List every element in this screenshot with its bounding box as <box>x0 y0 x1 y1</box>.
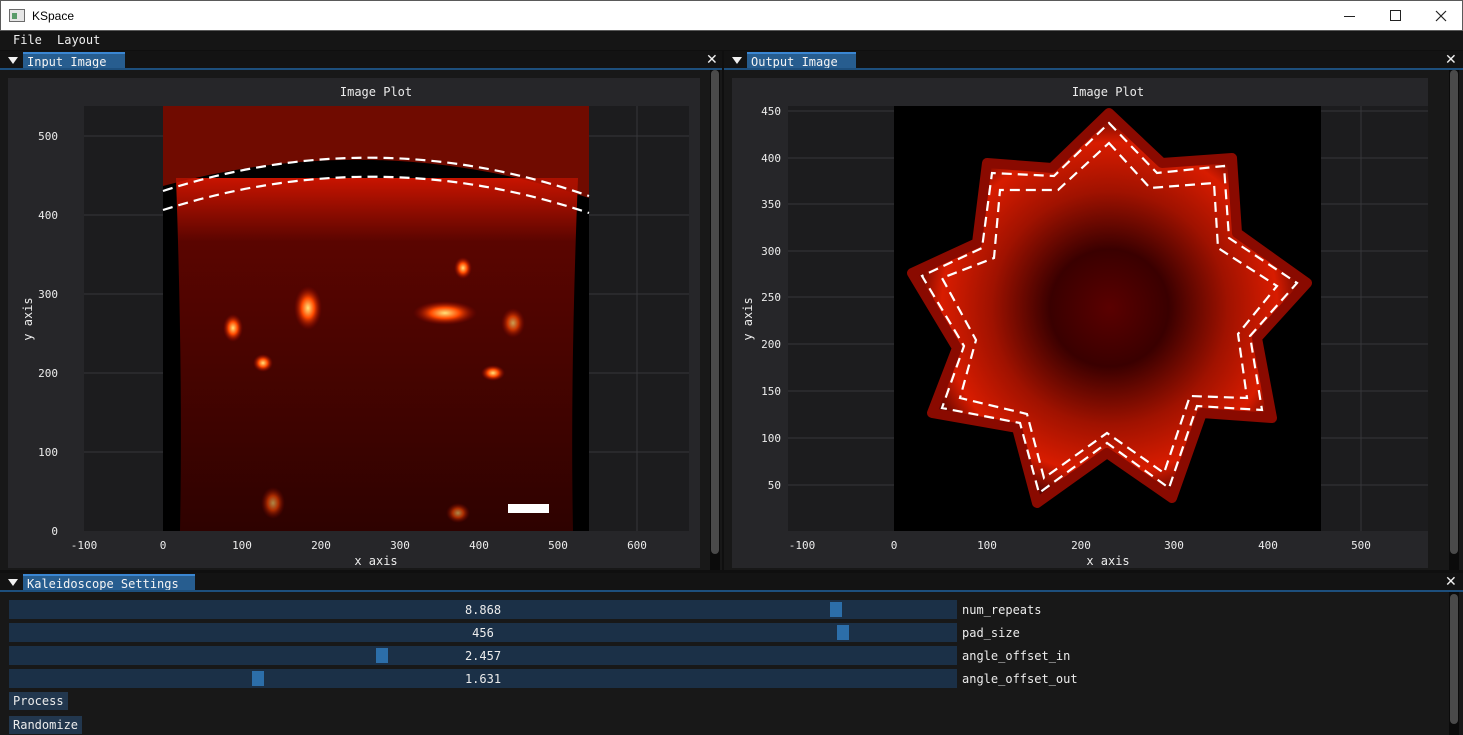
output-plot-svg[interactable]: Image Plot 50 100 150 200 250 300 350 40 <box>732 78 1428 568</box>
maximize-button[interactable] <box>1372 1 1418 32</box>
tab-kaleidoscope-settings[interactable]: Kaleidoscope Settings <box>23 574 195 591</box>
process-button[interactable]: Process <box>9 692 68 710</box>
x-tick: 0 <box>160 539 167 552</box>
input-plot-title: Image Plot <box>340 85 412 99</box>
pad-size-value: 456 <box>472 626 494 640</box>
tab-input-image[interactable]: Input Image <box>23 52 125 69</box>
angle-offset-out-slider[interactable]: 1.631 <box>9 669 957 688</box>
input-y-axis-label: y axis <box>21 297 35 340</box>
maximize-icon <box>1390 10 1401 21</box>
minimize-icon <box>1344 16 1355 17</box>
close-icon <box>1435 10 1447 22</box>
x-tick: 200 <box>311 539 331 552</box>
input-panel-scrollbar[interactable] <box>710 70 720 570</box>
input-x-axis-label: x axis <box>354 554 397 568</box>
input-plot[interactable]: Image Plot 0 100 200 300 400 500 -100 0 … <box>8 78 700 568</box>
y-tick: 150 <box>761 385 781 398</box>
y-tick: 50 <box>768 479 781 492</box>
y-tick: 500 <box>38 130 58 143</box>
x-tick: 400 <box>1258 539 1278 552</box>
collapse-menu-icon[interactable] <box>8 57 18 64</box>
x-tick: -100 <box>71 539 98 552</box>
x-tick: 500 <box>548 539 568 552</box>
menu-bar: File Layout <box>0 31 1463 50</box>
output-panel-scrollbar[interactable] <box>1449 70 1459 570</box>
y-tick: 450 <box>761 105 781 118</box>
x-tick: 400 <box>469 539 489 552</box>
y-tick: 300 <box>38 288 58 301</box>
input-panel-tabbar: Input Image ✕ <box>0 51 722 70</box>
input-x-ticks: -100 0 100 200 300 400 500 600 <box>71 539 647 552</box>
settings-panel: 8.868 num_repeats 456 pad_size 2.457 ang… <box>0 592 1463 735</box>
x-tick: -100 <box>789 539 816 552</box>
menu-file[interactable]: File <box>13 33 42 47</box>
pad-size-label: pad_size <box>962 626 1020 640</box>
y-tick: 300 <box>761 245 781 258</box>
window-titlebar: KSpace <box>0 0 1463 31</box>
tab-kaleidoscope-settings-label: Kaleidoscope Settings <box>27 577 179 591</box>
close-settings-panel-icon[interactable]: ✕ <box>1445 575 1457 589</box>
num-repeats-slider[interactable]: 8.868 <box>9 600 957 619</box>
x-tick: 200 <box>1071 539 1091 552</box>
angle-offset-in-value: 2.457 <box>464 649 502 663</box>
close-input-panel-icon[interactable]: ✕ <box>706 53 718 67</box>
x-tick: 300 <box>390 539 410 552</box>
output-x-axis-label: x axis <box>1086 554 1129 568</box>
output-panel-tabbar: Output Image ✕ <box>724 51 1463 70</box>
y-tick: 400 <box>761 152 781 165</box>
x-tick: 100 <box>977 539 997 552</box>
tab-input-image-label: Input Image <box>27 55 107 69</box>
angle-offset-out-label: angle_offset_out <box>962 672 1078 686</box>
pad-size-slider[interactable]: 456 <box>9 623 957 642</box>
angle-offset-in-slider[interactable]: 2.457 <box>9 646 957 665</box>
num-repeats-label: num_repeats <box>962 603 1042 617</box>
tab-output-image[interactable]: Output Image <box>747 52 856 69</box>
app-icon <box>9 9 25 22</box>
x-tick: 600 <box>627 539 647 552</box>
output-x-ticks: -100 0 100 200 300 400 500 <box>789 539 1371 552</box>
angle-offset-out-value: 1.631 <box>464 672 502 686</box>
tab-output-image-label: Output Image <box>751 55 838 69</box>
output-image <box>894 106 1321 531</box>
scale-bar <box>508 504 549 513</box>
num-repeats-value: 8.868 <box>464 603 502 617</box>
y-tick: 200 <box>38 367 58 380</box>
x-tick: 300 <box>1164 539 1184 552</box>
window-title: KSpace <box>32 9 75 23</box>
y-tick: 250 <box>761 291 781 304</box>
collapse-menu-icon[interactable] <box>8 579 18 586</box>
y-tick: 0 <box>51 525 58 538</box>
output-plot-title: Image Plot <box>1072 85 1144 99</box>
output-plot[interactable]: Image Plot 50 100 150 200 250 300 350 40 <box>732 78 1428 568</box>
settings-panel-tabbar: Kaleidoscope Settings ✕ <box>0 573 1463 592</box>
y-tick: 400 <box>38 209 58 222</box>
input-plot-svg[interactable]: Image Plot 0 100 200 300 400 500 -100 0 … <box>8 78 700 568</box>
close-output-panel-icon[interactable]: ✕ <box>1445 53 1457 67</box>
minimize-button[interactable] <box>1326 1 1372 32</box>
menu-layout[interactable]: Layout <box>57 33 100 47</box>
input-y-ticks: 0 100 200 300 400 500 <box>38 130 58 538</box>
randomize-button[interactable]: Randomize <box>9 716 83 734</box>
y-tick: 100 <box>761 432 781 445</box>
y-tick: 100 <box>38 446 58 459</box>
angle-offset-in-label: angle_offset_in <box>962 649 1071 663</box>
input-panel: Image Plot 0 100 200 300 400 500 -100 0 … <box>0 70 722 570</box>
y-tick: 200 <box>761 338 781 351</box>
x-tick: 0 <box>891 539 898 552</box>
settings-panel-scrollbar[interactable] <box>1449 592 1459 735</box>
x-tick: 100 <box>232 539 252 552</box>
output-y-ticks: 50 100 150 200 250 300 350 400 450 <box>761 105 781 492</box>
x-tick: 500 <box>1351 539 1371 552</box>
y-tick: 350 <box>761 198 781 211</box>
output-y-axis-label: y axis <box>741 297 755 340</box>
output-panel: Image Plot 50 100 150 200 250 300 350 40 <box>724 70 1463 570</box>
close-window-button[interactable] <box>1418 1 1463 32</box>
collapse-menu-icon[interactable] <box>732 57 742 64</box>
input-image <box>162 106 590 531</box>
